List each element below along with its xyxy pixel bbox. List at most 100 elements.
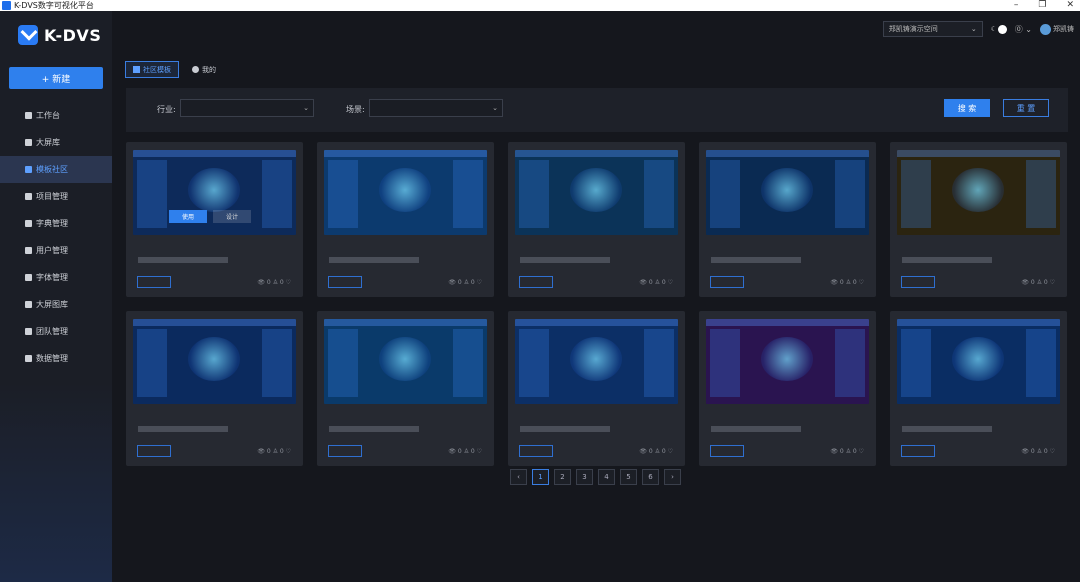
thumbnail-decor — [379, 337, 431, 381]
thumbnail-decor — [262, 329, 292, 397]
help-icon[interactable]: ⓪ ⌄ — [1015, 24, 1032, 35]
tab-community-templates[interactable]: 社区模板 — [125, 61, 179, 78]
template-card[interactable]: 👁 0 ♙ 0 ♡ — [508, 142, 685, 297]
sidebar-item[interactable]: 大屏库 — [0, 129, 112, 156]
template-card[interactable]: 👁 0 ♙ 0 ♡ — [890, 311, 1067, 466]
theme-toggle[interactable]: ☾ — [991, 24, 1007, 34]
template-thumbnail[interactable] — [897, 150, 1060, 235]
sidebar-item[interactable]: 字体管理 — [0, 264, 112, 291]
template-card[interactable]: 使用 设计 👁 0 ♙ 0 ♡ — [126, 142, 303, 297]
page-number-button[interactable]: 6 — [642, 469, 659, 485]
card-title — [329, 257, 419, 263]
template-thumbnail[interactable] — [515, 150, 678, 235]
sidebar-item[interactable]: 模板社区 — [0, 156, 112, 183]
template-thumbnail[interactable] — [897, 319, 1060, 404]
thumbnail-decor — [901, 329, 931, 397]
monitor-icon — [25, 139, 32, 146]
card-title — [329, 426, 419, 432]
thumbnail-decor — [379, 168, 431, 212]
design-button[interactable]: 设计 — [213, 210, 251, 223]
card-title — [902, 257, 992, 263]
template-thumbnail[interactable] — [515, 319, 678, 404]
sidebar-item[interactable]: 团队管理 — [0, 318, 112, 345]
thumbnail-decor — [137, 329, 167, 397]
card-stats: 👁 0 ♙ 0 ♡ — [830, 448, 864, 455]
template-card[interactable]: 👁 0 ♙ 0 ♡ — [317, 142, 494, 297]
workspace-select[interactable]: 郑凯铸演示空间 ⌄ — [882, 21, 983, 37]
card-tag — [328, 276, 362, 288]
card-title — [711, 426, 801, 432]
avatar — [1040, 23, 1051, 35]
template-thumbnail[interactable] — [324, 150, 487, 235]
page-number-button[interactable]: 1 — [532, 469, 549, 485]
team-icon — [25, 328, 32, 335]
card-stats: 👁 0 ♙ 0 ♡ — [448, 448, 482, 455]
sidebar-item[interactable]: 用户管理 — [0, 237, 112, 264]
template-card[interactable]: 👁 0 ♙ 0 ♡ — [508, 311, 685, 466]
window-titlebar: K-DVS数字可视化平台 – ❐ ✕ — [0, 0, 1080, 11]
thumbnail-decor — [644, 160, 674, 228]
card-tag — [901, 445, 935, 457]
thumbnail-decor — [1026, 160, 1056, 228]
user-name: 郑凯铸 — [1053, 25, 1074, 33]
sidebar-item[interactable]: 字典管理 — [0, 210, 112, 237]
card-tag — [710, 276, 744, 288]
card-title — [902, 426, 992, 432]
template-card[interactable]: 👁 0 ♙ 0 ♡ — [317, 311, 494, 466]
brand-logo[interactable]: K-DVS — [18, 25, 101, 45]
sidebar-item[interactable]: 大屏图库 — [0, 291, 112, 318]
tab-mine[interactable]: 我的 — [185, 61, 223, 78]
template-icon — [25, 166, 32, 173]
reset-button[interactable]: 重 置 — [1003, 99, 1049, 117]
template-card[interactable]: 👁 0 ♙ 0 ♡ — [699, 142, 876, 297]
template-thumbnail[interactable] — [324, 319, 487, 404]
thumbnail-decor — [710, 160, 740, 228]
page-number-button[interactable]: 3 — [576, 469, 593, 485]
card-tag — [710, 445, 744, 457]
card-title — [138, 257, 228, 263]
template-thumbnail[interactable] — [706, 319, 869, 404]
new-button[interactable]: + 新建 — [9, 67, 103, 89]
sidebar: K-DVS + 新建 工作台 大屏库 模板社区 项目管理字典管理用户管理字体管理大屏图… — [0, 11, 112, 582]
template-thumbnail[interactable] — [706, 150, 869, 235]
window-title: K-DVS数字可视化平台 — [14, 1, 94, 10]
brand-name: K-DVS — [44, 25, 102, 45]
logo-icon — [18, 25, 38, 45]
sidebar-item[interactable]: 数据管理 — [0, 345, 112, 372]
industry-label: 行业: — [157, 105, 176, 114]
card-title — [711, 257, 801, 263]
sidebar-item-label: 字典管理 — [36, 219, 68, 228]
maximize-icon[interactable]: ❐ — [1038, 0, 1046, 11]
sidebar-item[interactable]: 工作台 — [0, 102, 112, 129]
template-card[interactable]: 👁 0 ♙ 0 ♡ — [699, 311, 876, 466]
close-icon[interactable]: ✕ — [1066, 0, 1074, 11]
folder-icon — [25, 193, 32, 200]
tab-label: 我的 — [202, 65, 216, 74]
template-card[interactable]: 👁 0 ♙ 0 ♡ — [890, 142, 1067, 297]
card-stats: 👁 0 ♙ 0 ♡ — [448, 279, 482, 286]
thumbnail-decor — [952, 168, 1004, 212]
thumbnail-decor — [137, 160, 167, 228]
industry-select[interactable]: ⌄ — [180, 99, 314, 117]
page-number-button[interactable]: 2 — [554, 469, 571, 485]
template-thumbnail[interactable]: 使用 设计 — [133, 150, 296, 235]
scene-select[interactable]: ⌄ — [369, 99, 503, 117]
page-number-button[interactable]: 4 — [598, 469, 615, 485]
filter-bar: 行业: ⌄ 场景: ⌄ 搜 索 重 置 — [126, 88, 1068, 132]
page-number-button[interactable]: 5 — [620, 469, 637, 485]
next-page-button[interactable]: › — [664, 469, 681, 485]
thumbnail-decor — [188, 168, 240, 212]
card-stats: 👁 0 ♙ 0 ♡ — [257, 448, 291, 455]
thumbnail-decor — [897, 319, 1060, 326]
search-button[interactable]: 搜 索 — [944, 99, 990, 117]
template-thumbnail[interactable] — [133, 319, 296, 404]
thumbnail-decor — [901, 160, 931, 228]
use-button[interactable]: 使用 — [169, 210, 207, 223]
prev-page-button[interactable]: ‹ — [510, 469, 527, 485]
template-card[interactable]: 👁 0 ♙ 0 ♡ — [126, 311, 303, 466]
sidebar-item-label: 字体管理 — [36, 273, 68, 282]
user-menu[interactable]: 郑凯铸 — [1040, 23, 1074, 35]
sidebar-item[interactable]: 项目管理 — [0, 183, 112, 210]
minimize-icon[interactable]: – — [1014, 0, 1019, 11]
sidebar-item-label: 团队管理 — [36, 327, 68, 336]
